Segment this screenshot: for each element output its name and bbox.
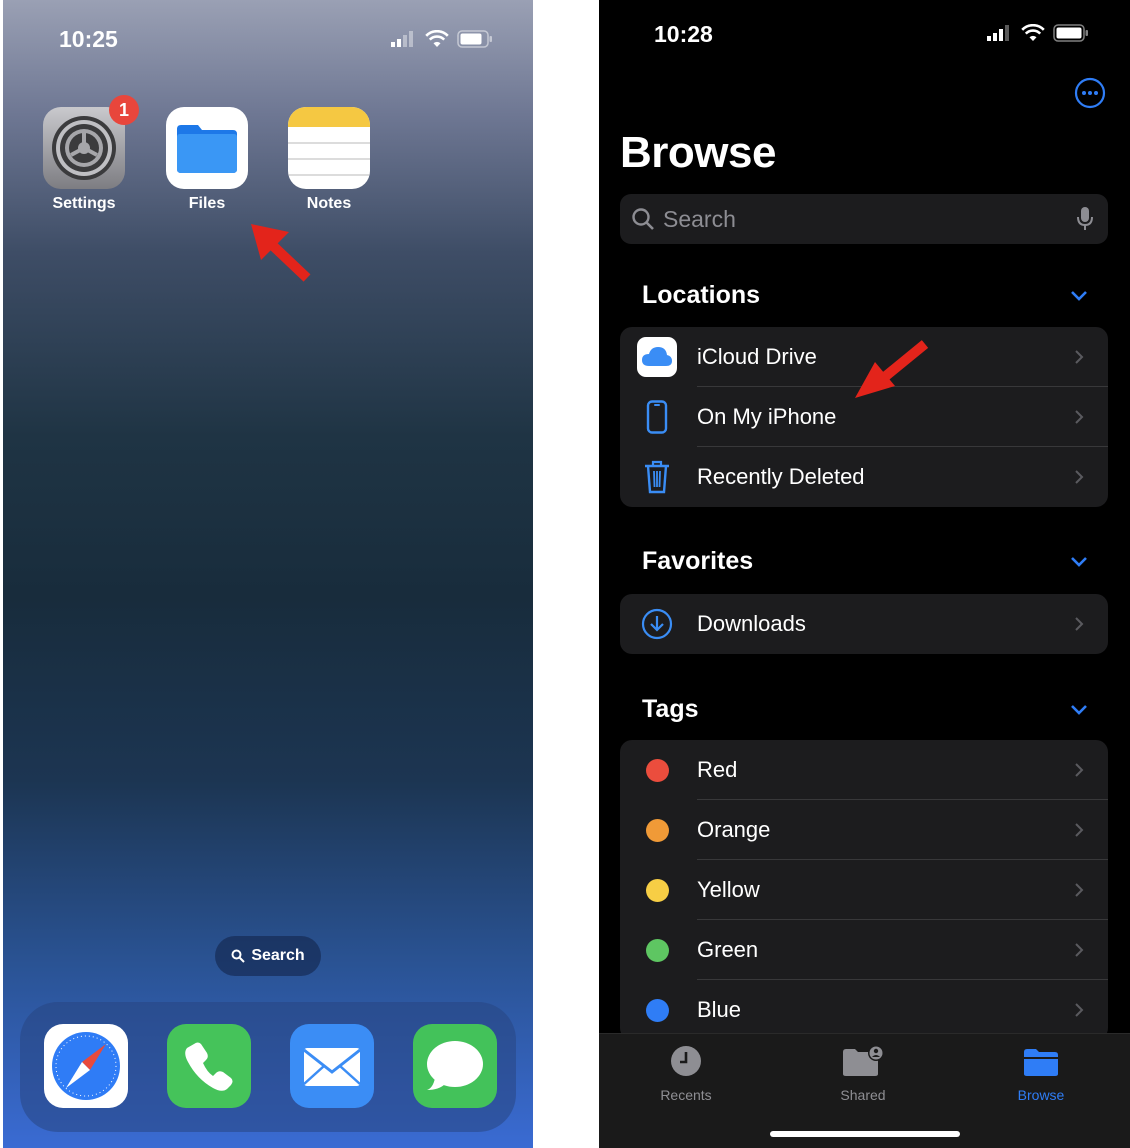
row-label: Yellow (697, 877, 760, 902)
tab-label: Recents (660, 1087, 712, 1103)
app-label: Settings (52, 195, 116, 212)
more-options-icon[interactable] (1074, 77, 1106, 109)
tag-orange[interactable]: Orange (620, 800, 1108, 860)
tab-browse[interactable]: Browse (986, 1044, 1096, 1103)
tag-color-dot (645, 938, 669, 962)
search-label: Search (251, 947, 305, 964)
chevron-right-icon (1075, 410, 1084, 424)
tag-blue[interactable]: Blue (620, 980, 1108, 1040)
cellular-signal-icon (391, 31, 413, 47)
chevron-down-icon[interactable] (1070, 289, 1088, 303)
home-indicator[interactable] (770, 1131, 960, 1137)
chevron-right-icon (1075, 1003, 1084, 1017)
row-label: Red (697, 757, 738, 782)
tab-shared[interactable]: Shared (808, 1044, 918, 1103)
tag-yellow[interactable]: Yellow (620, 860, 1108, 920)
mail-icon[interactable] (290, 1024, 374, 1108)
spotlight-search-button[interactable]: Search (215, 936, 321, 976)
browse-folder-icon (1024, 1049, 1058, 1076)
chevron-down-icon[interactable] (1070, 703, 1088, 717)
pointer-arrow-icon (855, 340, 929, 398)
icloud-icon (637, 337, 677, 377)
tag-color-dot (645, 878, 669, 902)
app-label: Files (188, 195, 226, 212)
chevron-right-icon (1075, 350, 1084, 364)
tag-green[interactable]: Green (620, 920, 1108, 980)
files-app-screen: 10:28 Browse Search Locations iCloud Dri… (599, 0, 1130, 1148)
chevron-right-icon (1075, 617, 1084, 631)
chevron-right-icon (1075, 823, 1084, 837)
app-notes[interactable]: Notes (288, 107, 370, 213)
home-screen: 10:25 1 Settings Files Notes Search (3, 0, 533, 1148)
row-label: iCloud Drive (697, 344, 817, 369)
trash-icon (637, 457, 677, 497)
tag-color-dot (645, 818, 669, 842)
tab-recents[interactable]: Recents (631, 1044, 741, 1103)
pointer-arrow-icon (251, 224, 311, 282)
favorite-downloads[interactable]: Downloads (620, 594, 1108, 654)
safari-compass-icon[interactable] (44, 1024, 128, 1108)
search-input[interactable]: Search (620, 194, 1108, 244)
battery-icon (457, 30, 492, 48)
settings-gear-icon: 1 (43, 95, 139, 189)
notification-badge: 1 (109, 95, 139, 125)
chevron-right-icon (1075, 883, 1084, 897)
location-recently-deleted[interactable]: Recently Deleted (620, 447, 1108, 507)
row-label: Green (697, 937, 759, 962)
clock-icon (671, 1046, 701, 1076)
row-label: On My iPhone (697, 404, 837, 429)
chevron-right-icon (1075, 470, 1084, 484)
search-icon (632, 208, 654, 230)
messages-icon[interactable] (413, 1024, 497, 1108)
search-icon (231, 949, 246, 963)
cellular-signal-icon (987, 25, 1009, 41)
app-settings[interactable]: 1 Settings (43, 95, 139, 213)
status-icons (391, 30, 493, 48)
phone-icon[interactable] (167, 1024, 251, 1108)
download-circle-icon (637, 604, 677, 644)
microphone-icon[interactable] (1076, 206, 1094, 232)
favorites-list: Downloads (620, 594, 1108, 654)
app-files[interactable]: Files (166, 107, 248, 213)
files-folder-icon (166, 107, 248, 189)
row-label: Downloads (697, 611, 806, 636)
tag-red[interactable]: Red (620, 740, 1108, 800)
row-label: Recently Deleted (697, 464, 865, 489)
tab-label: Browse (1017, 1087, 1065, 1103)
app-label: Notes (306, 195, 352, 212)
section-header-tags: Tags (642, 695, 699, 723)
row-label: Blue (697, 997, 742, 1022)
notes-icon (288, 107, 370, 189)
search-placeholder: Search (663, 205, 736, 232)
chevron-right-icon (1075, 943, 1084, 957)
dock (20, 1002, 516, 1132)
section-header-locations: Locations (642, 281, 761, 309)
battery-icon (1053, 24, 1088, 42)
status-time: 10:25 (59, 26, 118, 52)
chevron-right-icon (1075, 763, 1084, 777)
tag-color-dot (645, 758, 669, 782)
iphone-icon (637, 397, 677, 437)
status-icons (987, 24, 1089, 42)
tab-label: Shared (840, 1087, 886, 1103)
tag-color-dot (645, 998, 669, 1022)
wifi-icon (425, 30, 449, 47)
row-label: Orange (697, 817, 771, 842)
shared-folder-icon (843, 1045, 884, 1076)
page-title: Browse (620, 128, 776, 177)
section-header-favorites: Favorites (642, 547, 754, 575)
status-time: 10:28 (654, 21, 713, 47)
tags-list: Red Orange Yellow Green Blue (620, 740, 1108, 1040)
wifi-icon (1021, 24, 1045, 41)
chevron-down-icon[interactable] (1070, 555, 1088, 569)
